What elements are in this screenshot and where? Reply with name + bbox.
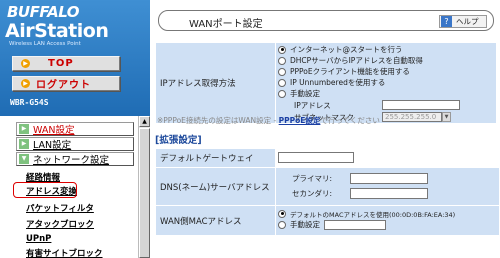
expand-icon: ▶ — [19, 139, 29, 149]
dns-secondary-row: セカンダリ: — [278, 186, 499, 201]
radio-label: 手動設定 — [290, 220, 320, 229]
radio-label: IP Unnumberedを使用する — [290, 78, 386, 87]
ip-method-label: IPアドレス取得方法 — [155, 42, 276, 124]
mac-cell: デフォルトのMACアドレスを使用(00:0D:0B:FA:EA:34) 手動設定 — [275, 205, 500, 236]
menu-item-label: ネットワーク設定 — [33, 155, 110, 166]
extended-settings-heading: [拡張設定] — [155, 135, 202, 146]
radio-ip-unnumbered[interactable]: IP Unnumberedを使用する — [278, 77, 496, 88]
logout-button[interactable]: ▶ ログアウト — [12, 76, 120, 91]
radio-label: DHCPサーバからIPアドレスを自動取得 — [290, 56, 423, 65]
airstation-logo: AirStation — [5, 20, 109, 42]
pppoe-note: ※PPPoE接続先の設定はWAN設定 - PPPoE設定で行ってください — [157, 115, 497, 126]
ip-address-input[interactable] — [382, 100, 460, 110]
arrow-right-icon: ▶ — [21, 59, 30, 68]
radio-button[interactable] — [278, 220, 286, 229]
menu-item-lan-settings[interactable]: ▶ LAN設定 — [16, 137, 134, 151]
menu-item-wan-settings[interactable]: ▶ WAN設定 — [16, 122, 134, 136]
gateway-input[interactable] — [278, 151, 354, 163]
menu-item-label: LAN設定 — [33, 140, 72, 151]
radio-default-mac[interactable]: デフォルトのMACアドレスを使用(00:0D:0B:FA:EA:34) — [278, 208, 499, 219]
dns-primary-row: プライマリ: — [278, 171, 499, 186]
gateway-label: デフォルトゲートウェイ — [155, 148, 276, 168]
radio-button[interactable] — [278, 78, 286, 87]
collapse-icon: ▼ — [19, 154, 29, 164]
help-button-label: ヘルプ — [456, 17, 479, 26]
brand-panel: BUFFALO AirStation Wireless LAN Access P… — [0, 0, 150, 116]
dns-primary-input[interactable] — [350, 173, 428, 184]
manual-mac-input[interactable] — [324, 219, 386, 230]
manual-ip-row: IPアドレス — [278, 99, 496, 111]
extended-settings-table: デフォルトゲートウェイ DNS(ネーム)サーバアドレス プライマリ: セカンダリ… — [155, 148, 500, 236]
menu-item-label: WAN設定 — [33, 125, 75, 136]
radio-button[interactable] — [278, 45, 286, 54]
buffalo-logo: BUFFALO — [7, 3, 80, 21]
radio-button[interactable] — [278, 89, 286, 98]
radio-manual-mac[interactable]: 手動設定 — [278, 219, 499, 230]
radio-internet-start[interactable]: インターネット@スタートを行う — [278, 44, 496, 55]
title-bar: WANポート設定 ? ヘルプ — [158, 10, 494, 31]
submenu-harmful-site-block[interactable]: 有害サイトブロック — [26, 247, 103, 258]
dns-secondary-label: セカンダリ: — [292, 189, 333, 198]
scroll-up-arrow-icon[interactable]: ▲ — [139, 116, 150, 127]
pppoe-settings-link[interactable]: PPPoE設定 — [279, 116, 321, 125]
top-button-label: TOP — [48, 58, 74, 69]
radio-label: 手動設定 — [290, 89, 320, 98]
airstation-subtitle: Wireless LAN Access Point — [9, 41, 81, 47]
menu-item-network-settings[interactable]: ▼ ネットワーク設定 — [16, 152, 134, 166]
note-prefix: ※PPPoE接続先の設定はWAN設定 - — [157, 116, 279, 125]
radio-label: デフォルトのMACアドレスを使用(00:0D:0B:FA:EA:34) — [290, 210, 456, 219]
page-title: WANポート設定 — [189, 19, 263, 30]
dns-label: DNS(ネーム)サーバアドレス — [155, 167, 276, 206]
radio-label: インターネット@スタートを行う — [290, 45, 403, 54]
radio-dhcp[interactable]: DHCPサーバからIPアドレスを自動取得 — [278, 55, 496, 66]
help-button[interactable]: ? ヘルプ — [439, 15, 487, 28]
help-icon: ? — [441, 16, 452, 27]
menu-scrollbar[interactable]: ▲ — [138, 116, 150, 258]
ip-address-label: IPアドレス — [294, 100, 331, 110]
radio-button[interactable] — [278, 56, 286, 65]
ip-method-options: インターネット@スタートを行う DHCPサーバからIPアドレスを自動取得 PPP… — [275, 42, 497, 124]
radio-pppoe[interactable]: PPPoEクライアント機能を使用する — [278, 66, 496, 77]
gateway-cell — [275, 148, 500, 168]
arrow-right-icon: ▶ — [21, 79, 30, 88]
dns-cell: プライマリ: セカンダリ: — [275, 167, 500, 206]
radio-button[interactable] — [278, 209, 286, 218]
logout-button-label: ログアウト — [36, 80, 91, 91]
sidebar: BUFFALO AirStation Wireless LAN Access P… — [0, 0, 150, 258]
model-name: WBR-G54S — [10, 98, 49, 107]
mac-label: WAN側MACアドレス — [155, 205, 276, 236]
submenu-upnp[interactable]: UPnP — [26, 234, 51, 244]
scroll-thumb[interactable] — [139, 128, 150, 258]
ip-method-table: IPアドレス取得方法 インターネット@スタートを行う DHCPサーバからIPアド… — [155, 42, 497, 124]
radio-label: PPPoEクライアント機能を使用する — [290, 67, 410, 76]
radio-manual[interactable]: 手動設定 — [278, 88, 496, 99]
note-suffix: で行ってください — [320, 116, 380, 125]
radio-button[interactable] — [278, 67, 286, 76]
address-translation-highlight — [13, 182, 77, 198]
dns-primary-label: プライマリ: — [292, 174, 333, 183]
top-button[interactable]: ▶ TOP — [12, 56, 120, 71]
submenu-attack-block[interactable]: アタックブロック — [26, 218, 94, 230]
expand-icon: ▶ — [19, 124, 29, 134]
dns-secondary-input[interactable] — [350, 188, 428, 199]
submenu-packet-filter[interactable]: パケットフィルタ — [26, 202, 94, 214]
